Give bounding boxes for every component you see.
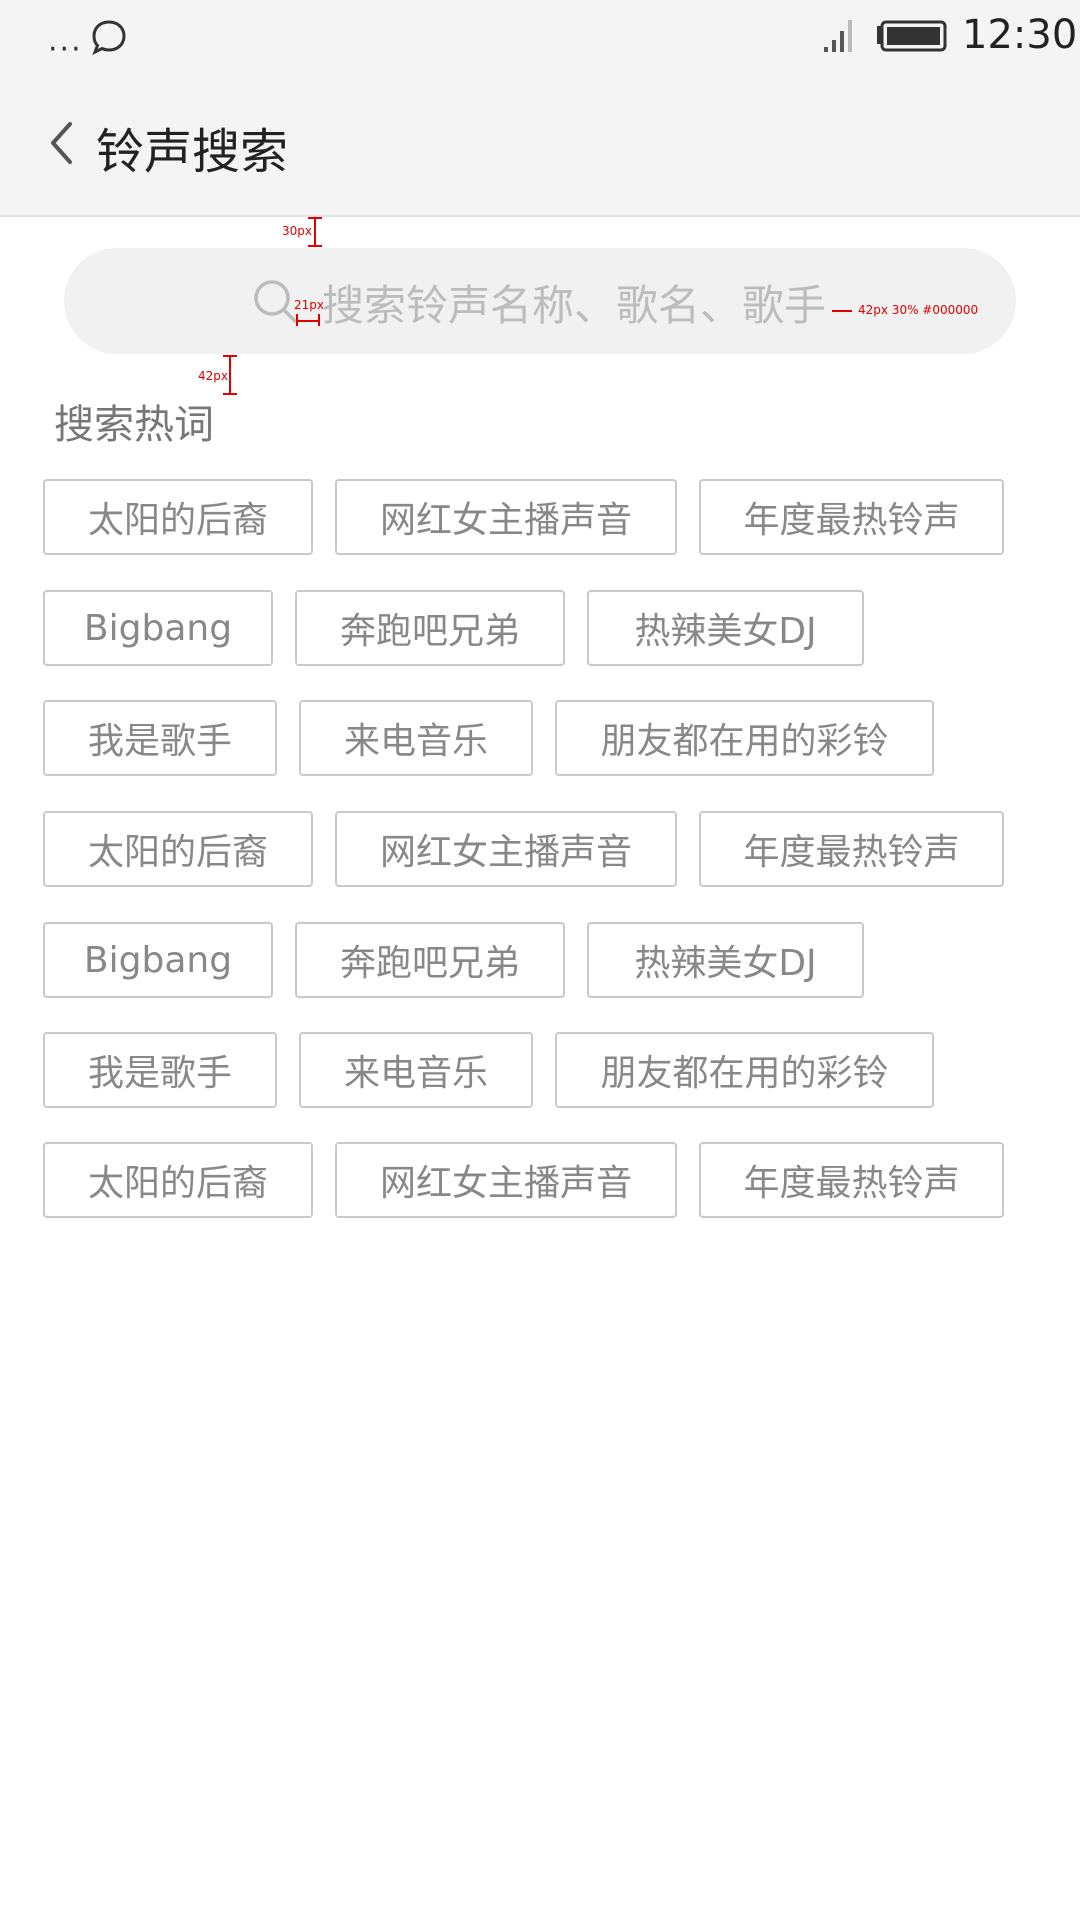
hot-word-tag[interactable]: 朋友都在用的彩铃 [555,700,934,776]
hot-word-tag[interactable]: Bigbang [43,922,273,998]
annotation-text-spec: 42px 30% #000000 [858,303,979,317]
annotation-icon-gap-cap [318,314,320,326]
hot-word-tag[interactable]: 来电音乐 [299,1032,533,1108]
hot-word-tag[interactable]: 太阳的后裔 [43,479,313,555]
annotation-icon-gap: 21px [294,298,324,312]
tag-row: 太阳的后裔 网红女主播声音 年度最热铃声 [43,479,1004,555]
hot-word-tag[interactable]: 朋友都在用的彩铃 [555,1032,934,1108]
battery-icon [877,20,947,52]
tag-row: 太阳的后裔 网红女主播声音 年度最热铃声 [43,811,1004,887]
hot-word-tag[interactable]: 网红女主播声音 [335,1142,677,1218]
annotation-icon-gap-line [296,320,320,322]
annotation-icon-gap-cap [296,314,298,326]
hot-word-tag[interactable]: 太阳的后裔 [43,811,313,887]
hot-word-tag[interactable]: 热辣美女DJ [587,922,864,998]
tag-row: 我是歌手 来电音乐 朋友都在用的彩铃 [43,1032,934,1108]
hot-word-tag[interactable]: 我是歌手 [43,1032,277,1108]
annotation-text-spec-line [832,310,852,312]
signal-icon [824,20,852,52]
annotation-title-gap-line [229,355,231,395]
annotation-title-gap-cap [223,393,237,395]
back-chevron-icon[interactable] [46,118,76,168]
annotation-top-gap-line [314,217,316,247]
clock: 12:30 [962,12,1078,58]
search-icon [254,280,297,323]
hot-word-tag[interactable]: Bigbang [43,590,273,666]
hot-word-tag[interactable]: 来电音乐 [299,700,533,776]
chat-bubble-icon [92,20,126,56]
hot-word-tag[interactable]: 奔跑吧兄弟 [295,590,565,666]
hot-word-tag[interactable]: 我是歌手 [43,700,277,776]
hot-word-tag[interactable]: 年度最热铃声 [699,479,1004,555]
annotation-top-gap-cap [308,217,322,219]
hot-word-tag[interactable]: 奔跑吧兄弟 [295,922,565,998]
hot-word-tag[interactable]: 太阳的后裔 [43,1142,313,1218]
top-bar: ··· 12:30 铃声搜索 [0,0,1080,217]
status-bar: ··· 12:30 [0,0,1080,72]
annotation-top-gap-cap [308,245,322,247]
tag-row: Bigbang 奔跑吧兄弟 热辣美女DJ [43,590,864,666]
hot-word-tag[interactable]: 热辣美女DJ [587,590,864,666]
tag-row: 太阳的后裔 网红女主播声音 年度最热铃声 [43,1142,1004,1218]
hot-word-tag[interactable]: 年度最热铃声 [699,811,1004,887]
hot-word-tag[interactable]: 网红女主播声音 [335,479,677,555]
page-title: 铃声搜索 [96,124,289,180]
search-placeholder: 搜索铃声名称、歌名、歌手 [322,281,827,330]
tag-row: 我是歌手 来电音乐 朋友都在用的彩铃 [43,700,934,776]
annotation-top-gap: 30px [282,224,312,238]
more-dots-icon: ··· [48,32,83,67]
tag-row: Bigbang 奔跑吧兄弟 热辣美女DJ [43,922,864,998]
hot-words-title: 搜索热词 [54,402,214,448]
search-bar[interactable]: 搜索铃声名称、歌名、歌手 [64,248,1016,354]
annotation-title-gap-cap [223,355,237,357]
hot-word-tag[interactable]: 年度最热铃声 [699,1142,1004,1218]
annotation-title-gap: 42px [198,369,228,383]
hot-word-tag[interactable]: 网红女主播声音 [335,811,677,887]
